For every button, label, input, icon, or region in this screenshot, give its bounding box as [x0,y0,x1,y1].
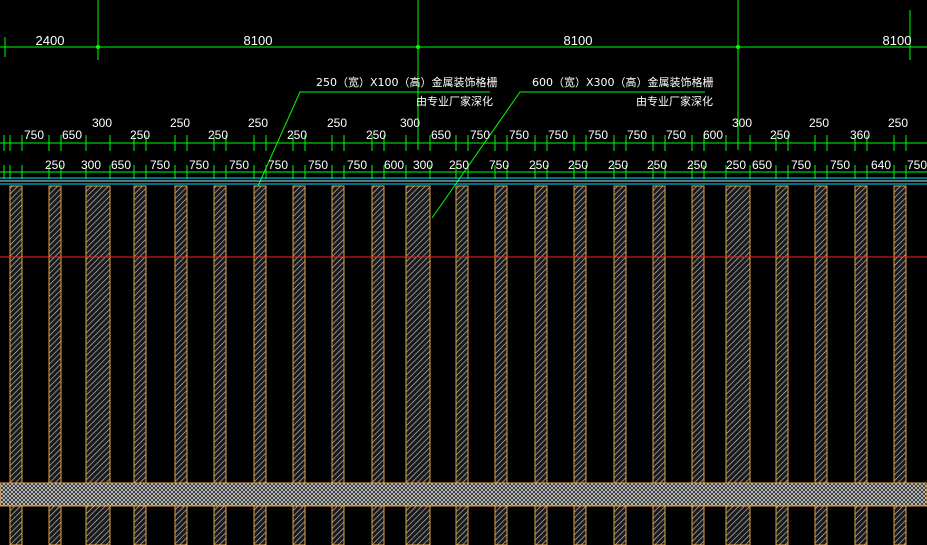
upper-dim-18: 750 [666,128,686,142]
upper-dim-23: 360 [850,128,870,142]
upper-dim-12: 650 [431,128,451,142]
lower-dim-6: 750 [229,158,249,172]
upper-dim-6: 250 [208,128,228,142]
upper-dim-15: 750 [548,128,568,142]
lower-dim-21: 650 [752,158,772,172]
annotation-1-subtitle: 由专业厂家深化 [416,94,493,108]
lower-dim-18: 250 [687,158,707,172]
lower-dim-16: 250 [608,158,628,172]
lower-dim-10: 600 [384,158,404,172]
upper-dim-3: 300 [92,116,112,130]
upper-dim-19: 600 [703,128,723,142]
upper-dim-13: 750 [470,128,490,142]
lower-dim-13: 750 [489,158,509,172]
upper-dim-8: 250 [287,128,307,142]
upper-dim-24: 250 [888,116,908,130]
upper-dim-22: 250 [809,116,829,130]
lower-dim-7: 750 [268,158,288,172]
lower-dim-12: 250 [449,158,469,172]
lower-dim-25: 750 [907,158,927,172]
lower-dim-1: 250 [45,158,65,172]
lower-dim-8: 750 [308,158,328,172]
upper-dim-14: 750 [509,128,529,142]
lower-dim-23: 750 [830,158,850,172]
upper-dim-10: 250 [366,128,386,142]
lower-dim-3: 650 [111,158,131,172]
lower-dim-14: 250 [529,158,549,172]
grid-dim-text-4: 8100 [883,33,912,48]
upper-dim-2: 650 [62,128,82,142]
upper-dim-1: 750 [24,128,44,142]
upper-dim-20: 300 [732,116,752,130]
lower-dim-15: 250 [568,158,588,172]
upper-dim-11: 300 [400,116,420,130]
upper-dim-5: 250 [170,116,190,130]
upper-dim-9: 250 [327,116,347,130]
grid-dim-text-1: 2400 [36,33,65,48]
upper-dim-16: 750 [588,128,608,142]
grid-dim-text-3: 8100 [564,33,593,48]
grid-dim-text-2: 8100 [244,33,273,48]
lower-dim-19: 250 [726,158,746,172]
lower-dim-2: 300 [81,158,101,172]
lower-dim-17: 250 [647,158,667,172]
upper-dim-17: 750 [627,128,647,142]
annotation-1-title: 250（宽）X100（高）金属装饰格栅 [316,75,498,89]
upper-dim-21: 250 [770,128,790,142]
upper-dim-7: 250 [248,116,268,130]
lower-dim-5: 750 [189,158,209,172]
upper-dim-4: 250 [130,128,150,142]
lower-dim-4: 750 [150,158,170,172]
lower-dim-9: 750 [347,158,367,172]
cad-elevation-drawing: 2400 8100 8100 8100 250（宽）X100（高）金属装饰格栅 … [0,0,927,545]
lower-dim-11: 300 [413,158,433,172]
annotation-2-title: 600（宽）X300（高）金属装饰格栅 [532,75,714,89]
bottom-crossbar [0,482,927,507]
lower-dim-24: 640 [871,158,891,172]
annotation-2-subtitle: 由专业厂家深化 [636,94,713,108]
lower-dim-22: 750 [791,158,811,172]
